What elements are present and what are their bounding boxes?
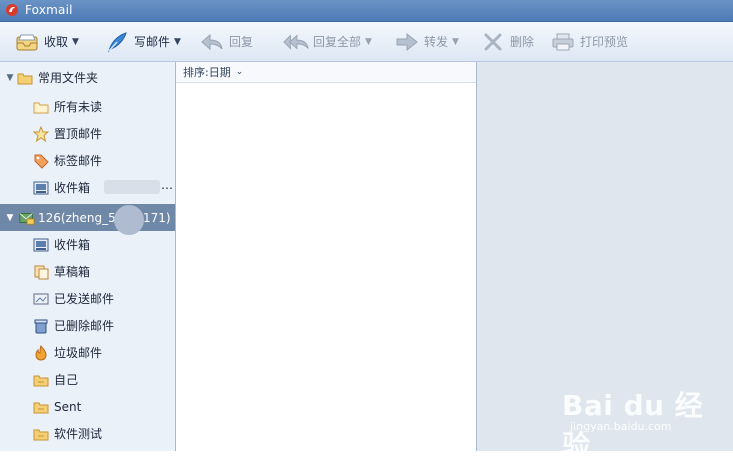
folder-group-label: 常用文件夹 [38,71,99,85]
folder-label: 收件箱 [54,238,91,252]
compose-label: 写邮件 [134,35,171,49]
receive-button[interactable]: 收取 ▼ [14,22,79,61]
folder-item-junk[interactable]: 垃圾邮件 [0,339,175,366]
print-preview-button[interactable]: 打印预览 [550,22,628,61]
reply-all-button[interactable]: 回复全部 ▼ [283,22,372,61]
sort-dropdown-icon[interactable]: ⌄ [236,67,244,77]
expand-triangle-icon[interactable]: ▼ [5,213,15,223]
account-label-suffix: 171) [143,210,171,225]
toolbar: 收取 ▼ 写邮件 ▼ 回复 回复全部 ▼ 转发 ▼ 删除 打印预览 [0,22,733,62]
sort-label: 排序:日期 [183,66,231,79]
reply-all-label: 回复全部 [313,35,362,49]
forward-label: 转发 [424,35,449,49]
folder-label: 垃圾邮件 [54,346,103,360]
reply-all-dropdown-icon[interactable]: ▼ [365,37,372,47]
folder-item-drafts[interactable]: 草稿箱 [0,258,175,285]
folder-label: 所有未读 [54,100,103,114]
forward-button[interactable]: 转发 ▼ [394,22,459,61]
delete-x-icon [480,31,506,53]
sort-bar[interactable]: 排序:日期 ⌄ [176,62,476,83]
trash-can-icon [33,318,49,334]
folder-item-sent-custom[interactable]: Sent [0,393,175,420]
fire-icon [33,344,49,361]
print-preview-label: 打印预览 [580,35,629,49]
watermark-url: jingyan.baidu.com [570,420,672,433]
folder-label: 自己 [54,373,79,387]
message-list-pane: 排序:日期 ⌄ [176,62,477,451]
printer-icon [550,31,576,53]
folder-label: 已删除邮件 [54,319,115,333]
folder-item-software-test[interactable]: 软件测试 [0,420,175,447]
folder-label: 已发送邮件 [54,292,115,306]
foxmail-logo-icon [5,3,19,17]
folder-icon [17,70,33,86]
forward-arrow-icon [394,31,420,53]
folder-icon [33,99,49,115]
compose-dropdown-icon[interactable]: ▼ [174,37,181,47]
tag-icon [33,153,49,169]
folder-label: 收件箱 [54,181,91,195]
folder-item-pinned[interactable]: 置顶邮件 [0,120,175,147]
folder-label: 标签邮件 [54,154,103,168]
reply-arrow-icon [199,31,225,53]
delete-label: 删除 [510,35,535,49]
folder-group-common[interactable]: ▼ 常用文件夹 [0,64,175,91]
folder-icon [33,372,49,388]
folder-item-tagged[interactable]: 标签邮件 [0,147,175,174]
account-mail-icon [19,210,35,226]
folder-pane: ▼ 常用文件夹 所有未读 置顶邮件 标签邮件 收件箱 … ▼ 126(zheng… [0,62,176,451]
folder-label: 软件测试 [54,427,103,441]
watermark: Bai du 经验 jingyan.baidu.com [560,372,730,462]
star-icon [33,125,49,142]
folder-item-sent[interactable]: 已发送邮件 [0,285,175,312]
folder-label: 草稿箱 [54,265,91,279]
folder-label: Sent [54,399,82,414]
folder-item-self[interactable]: 自己 [0,366,175,393]
folder-item-inbox[interactable]: 收件箱 [0,231,175,258]
receive-dropdown-icon[interactable]: ▼ [72,37,79,47]
forward-dropdown-icon[interactable]: ▼ [452,37,459,47]
folder-label: 置顶邮件 [54,127,103,141]
expand-triangle-icon[interactable]: ▼ [5,73,15,83]
folder-item-deleted[interactable]: 已删除邮件 [0,312,175,339]
sent-icon [33,291,49,307]
delete-button[interactable]: 删除 [480,22,534,61]
reply-button[interactable]: 回复 [199,22,253,61]
inbox-tray-icon [14,31,40,53]
reply-label: 回复 [229,35,254,49]
inbox-icon [33,180,49,196]
blurred-account-text [104,180,160,194]
receive-label: 收取 [44,35,69,49]
window-title: Foxmail [25,3,73,17]
title-bar: Foxmail [0,0,733,22]
account-label: 126(zheng_5 [38,210,116,225]
feather-pen-icon [104,31,130,53]
folder-icon [33,399,49,415]
folder-icon [33,426,49,442]
drafts-icon [33,264,49,280]
inbox-icon [33,237,49,253]
compose-button[interactable]: 写邮件 ▼ [104,22,181,61]
ellipsis-text: … [161,178,173,192]
reply-all-arrow-icon [283,31,309,53]
folder-item-inbox-common[interactable]: 收件箱 … [0,174,175,201]
account-126[interactable]: ▼ 126(zheng_5 171) [0,204,175,235]
folder-item-all-unread[interactable]: 所有未读 [0,93,175,120]
